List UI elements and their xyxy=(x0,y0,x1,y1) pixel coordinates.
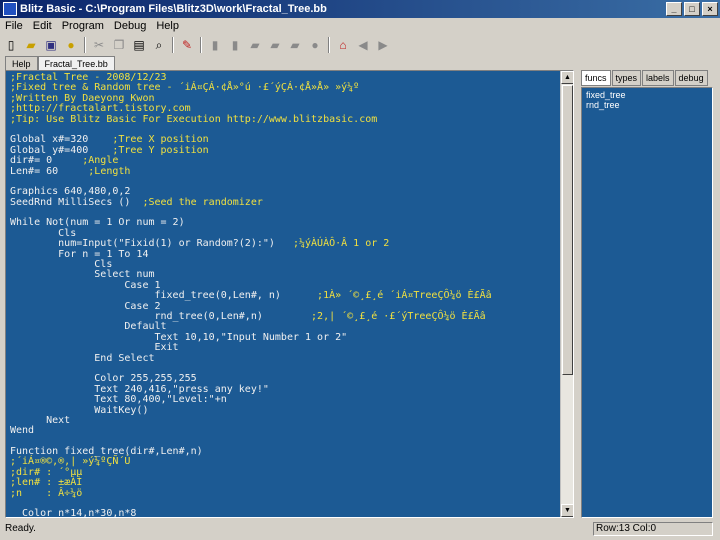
menu-edit[interactable]: Edit xyxy=(28,18,57,34)
code-text: dir#= 0 xyxy=(10,155,83,167)
copy-icon[interactable]: ❐ xyxy=(110,36,128,54)
close-button[interactable]: × xyxy=(702,2,718,16)
code-line[interactable]: Len#= 60 ;Length xyxy=(10,165,560,177)
code-text: rnd_tree(0,Len#,n) xyxy=(10,310,312,322)
code-line[interactable]: ;´iÁ¤®©,®,| »ý¼ºÇÑ´Ù xyxy=(10,457,560,468)
home-icon[interactable]: ⌂ xyxy=(334,36,352,54)
side-panel: funcs types labels debug fixed_tree rnd_… xyxy=(581,70,713,518)
minimize-button[interactable]: _ xyxy=(666,2,682,16)
tab-types[interactable]: types xyxy=(611,70,642,86)
code-comment: ;Tree X position xyxy=(112,134,209,146)
doc2-icon[interactable]: ▮ xyxy=(226,36,244,54)
open-icon[interactable]: ▰ xyxy=(22,36,40,54)
code-line[interactable]: ;len# : ±æÀÌ xyxy=(10,477,560,488)
save-icon[interactable]: ▣ xyxy=(42,36,60,54)
code-line[interactable]: SeedRnd MilliSecs () ;Seed the randomize… xyxy=(10,196,560,208)
function-list: fixed_tree rnd_tree xyxy=(581,87,713,518)
app-icon xyxy=(3,2,17,16)
list-item[interactable]: rnd_tree xyxy=(586,100,708,110)
back-icon[interactable]: ◀ xyxy=(354,36,372,54)
tab-debug[interactable]: debug xyxy=(674,70,708,86)
code-line[interactable]: End Select xyxy=(10,353,560,364)
code-comment: ;2,| ´©¸£¸é ·£´ýTreeÇÔ¼ö È£Ãâ xyxy=(311,310,486,322)
menu-file[interactable]: File xyxy=(0,18,28,34)
code-text: SeedRnd MilliSecs () xyxy=(10,196,143,208)
tab-funcs[interactable]: funcs xyxy=(581,70,611,86)
code-text: Global y#=400 xyxy=(10,144,113,156)
code-comment: ;Length xyxy=(88,165,131,177)
tab-fractal-tree[interactable]: Fractal_Tree.bb xyxy=(37,56,115,70)
toolbar: ▯ ▰ ▣ ● ✂ ❐ ▤ ⌕ ✎ ▮ ▮ ▰ ▰ ▰ ● ⌂ ◀ ▶ xyxy=(2,35,392,55)
doc6-icon[interactable]: ● xyxy=(306,36,324,54)
toolbar-separator xyxy=(172,37,174,53)
menu-help[interactable]: Help xyxy=(151,18,184,34)
doc4-icon[interactable]: ▰ xyxy=(266,36,284,54)
cursor-position: Row:13 Col:0 xyxy=(593,522,713,536)
menu-debug[interactable]: Debug xyxy=(109,18,151,34)
find-icon[interactable]: ⌕ xyxy=(150,36,168,54)
cut-icon[interactable]: ✂ xyxy=(90,36,108,54)
list-item[interactable]: fixed_tree xyxy=(586,90,708,100)
code-text: Global x#=320 xyxy=(10,134,113,146)
code-lines[interactable]: ;Fractal Tree - 2008/12/23 ;Fixed tree & … xyxy=(10,72,560,517)
toolbar-separator xyxy=(84,37,86,53)
tab-help[interactable]: Help xyxy=(5,56,38,70)
scroll-thumb[interactable] xyxy=(562,85,573,375)
status-bar: Ready. Row:13 Col:0 xyxy=(0,521,720,538)
code-comment: ;Seed the randomizer xyxy=(142,196,263,208)
code-comment: ;1À» ´©¸£¸é ´iÁ¤TreeÇÔ¼ö È£Ãâ xyxy=(317,290,492,302)
code-comment: ;Angle xyxy=(82,155,119,167)
code-line[interactable]: Exit xyxy=(10,342,560,353)
code-line[interactable]: ;n : Â÷¼ö xyxy=(10,488,560,499)
window-title: Blitz Basic - C:\Program Files\Blitz3D\w… xyxy=(20,3,327,15)
title-bar: Blitz Basic - C:\Program Files\Blitz3D\w… xyxy=(0,0,720,18)
tab-labels[interactable]: labels xyxy=(642,70,674,86)
code-text: Len#= 60 xyxy=(10,165,89,177)
code-line[interactable]: Next xyxy=(10,415,560,426)
run-icon[interactable]: ✎ xyxy=(178,36,196,54)
code-text: fixed_tree(0,Len#, n) xyxy=(10,290,318,302)
code-line[interactable]: Color n*14,n*30,n*8 xyxy=(10,509,560,517)
menu-program[interactable]: Program xyxy=(57,18,109,34)
menu-bar: File Edit Program Debug Help xyxy=(0,18,720,34)
doc1-icon[interactable]: ▮ xyxy=(206,36,224,54)
code-line[interactable]: ;http://fractalart.tistory.com xyxy=(10,103,560,114)
code-line[interactable]: Text 80,400,"Level:"+n xyxy=(10,394,560,405)
maximize-button[interactable]: □ xyxy=(684,2,700,16)
code-comment: ;¼ýÀÚÀÔ·Â 1 or 2 xyxy=(292,238,390,250)
scroll-down-icon[interactable]: ▼ xyxy=(561,504,573,517)
code-comment: ;Tree Y position xyxy=(112,144,209,156)
toolbar-separator xyxy=(200,37,202,53)
code-line[interactable]: ;dir# : ´°µµ xyxy=(10,467,560,478)
document-tabs: Help Fractal_Tree.bb xyxy=(5,56,115,70)
toolbar-separator xyxy=(328,37,330,53)
code-text: num=Input("Fixid(1) or Random?(2):") xyxy=(10,238,293,250)
doc3-icon[interactable]: ▰ xyxy=(246,36,264,54)
paste-icon[interactable]: ▤ xyxy=(130,36,148,54)
vertical-scrollbar[interactable]: ▲ ▼ xyxy=(560,71,573,517)
doc5-icon[interactable]: ▰ xyxy=(286,36,304,54)
code-line[interactable]: WaitKey() xyxy=(10,405,560,416)
code-line[interactable]: ;Tip: Use Blitz Basic For Execution http… xyxy=(10,114,560,125)
code-line[interactable]: Wend xyxy=(10,425,560,436)
code-line[interactable]: While Not(num = 1 Or num = 2) xyxy=(10,218,560,229)
status-text: Ready. xyxy=(5,523,36,534)
scroll-up-icon[interactable]: ▲ xyxy=(561,71,573,84)
bulb-icon[interactable]: ● xyxy=(62,36,80,54)
new-icon[interactable]: ▯ xyxy=(2,36,20,54)
code-editor[interactable]: ;Fractal Tree - 2008/12/23 ;Fixed tree & … xyxy=(5,70,574,518)
forward-icon[interactable]: ▶ xyxy=(374,36,392,54)
